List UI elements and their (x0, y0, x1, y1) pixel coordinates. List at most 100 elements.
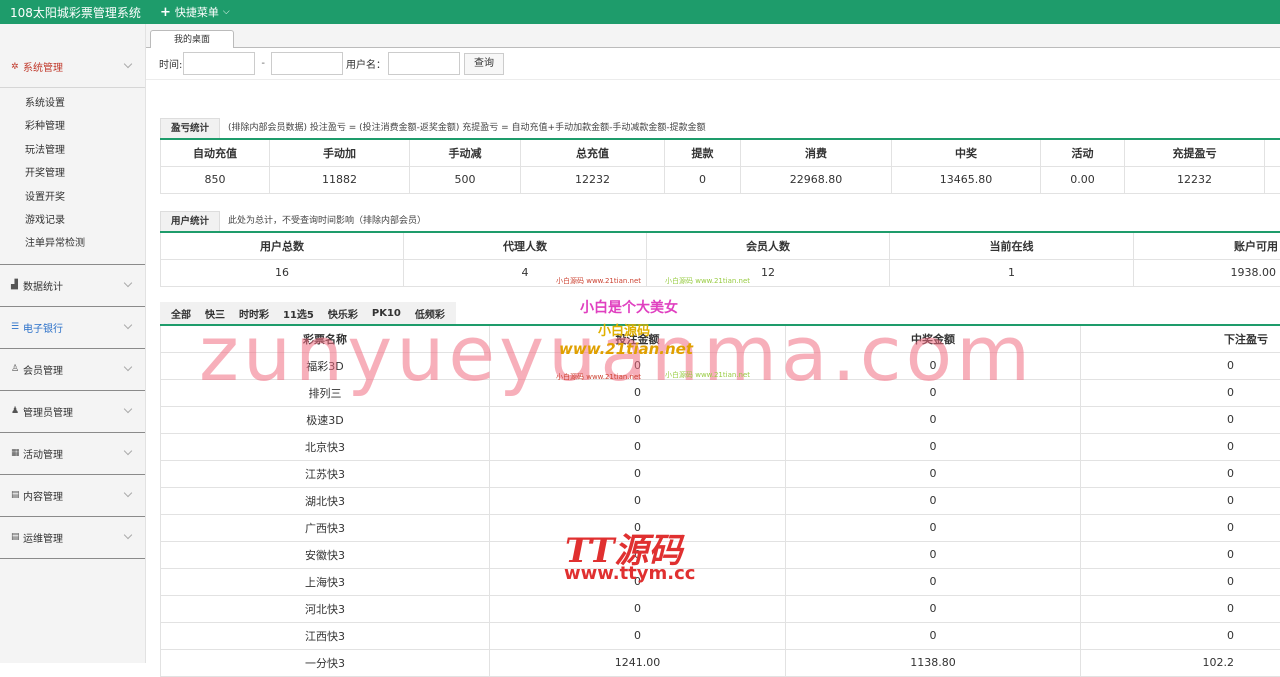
tab-ssc[interactable]: 时时彩 (239, 306, 269, 321)
username-input[interactable] (388, 52, 460, 75)
menu-group-stats: ▟ 数据统计 (0, 265, 145, 307)
table-row: 上海快3000 (161, 568, 1280, 595)
sidebar-item-label: 活动管理 (23, 446, 63, 461)
tab-k3[interactable]: 快三 (205, 306, 225, 321)
col-recharge-profit: 充提盈亏 (1125, 139, 1265, 166)
col-bet-amount: 投注金额 (490, 325, 786, 352)
cell-win-amount: 0 (786, 406, 1081, 433)
cell-members: 12 (647, 259, 890, 286)
submenu-item-play-methods[interactable]: 玩法管理 (0, 139, 145, 162)
cell-extra (1265, 166, 1280, 193)
lottery-category-tabs: 全部 快三 时时彩 11选5 快乐彩 PK10 低频彩 (160, 302, 456, 324)
cell-bet-profit: 0 (1081, 406, 1280, 433)
tab-all[interactable]: 全部 (171, 306, 191, 321)
lottery-table: 彩票名称 投注金额 中奖金额 下注盈亏 福彩3D000排列三000极速3D000… (160, 324, 1280, 677)
submenu-item-system-settings[interactable]: 系统设置 (0, 92, 145, 115)
tab-my-desktop[interactable]: 我的桌面 (150, 30, 234, 49)
chevron-down-icon (124, 320, 132, 328)
col-total-recharge: 总充值 (521, 139, 665, 166)
range-separator: - (261, 58, 265, 69)
profit-section-header: 盈亏统计 (排除内部会员数据) 投注盈亏 = (投注消费金额-返奖金额) 充提盈… (160, 118, 1280, 138)
tab-klc[interactable]: 快乐彩 (328, 306, 358, 321)
sidebar-item-system[interactable]: ✲ 系统管理 (0, 46, 145, 87)
cell-bet-amount: 0 (490, 460, 786, 487)
col-win-amount: 中奖金额 (786, 325, 1081, 352)
profit-section-note: (排除内部会员数据) 投注盈亏 = (投注消费金额-返奖金额) 充提盈亏 = 自… (228, 120, 706, 133)
col-manual-deduct: 手动减 (410, 139, 521, 166)
list-icon: ☰ (11, 322, 23, 332)
cell-bet-amount: 0 (490, 379, 786, 406)
sidebar-item-activities[interactable]: ▦ 活动管理 (0, 433, 145, 474)
cell-bet-amount: 0 (490, 514, 786, 541)
chevron-down-icon (124, 404, 132, 412)
table-row: 广西快3000 (161, 514, 1280, 541)
end-time-input[interactable] (271, 52, 343, 75)
col-total-users: 用户总数 (161, 232, 404, 259)
cell-available-balance: 1938.00 (1134, 259, 1280, 286)
cell-lottery-name: 北京快3 (161, 433, 490, 460)
sidebar-item-ops[interactable]: ▤ 运维管理 (0, 517, 145, 558)
chevron-down-icon (124, 488, 132, 496)
cell-bet-profit: 0 (1081, 541, 1280, 568)
submenu-item-draw-management[interactable]: 开奖管理 (0, 162, 145, 185)
tab-11x5[interactable]: 11选5 (283, 306, 314, 321)
sidebar-item-stats[interactable]: ▟ 数据统计 (0, 265, 145, 306)
submenu-item-bet-anomaly[interactable]: 注单异常检测 (0, 232, 145, 255)
cell-lottery-name: 排列三 (161, 379, 490, 406)
cell-bet-amount: 0 (490, 541, 786, 568)
start-time-input[interactable] (183, 52, 255, 75)
table-row: 极速3D000 (161, 406, 1280, 433)
cell-bet-profit: 0 (1081, 379, 1280, 406)
cell-lottery-name: 极速3D (161, 406, 490, 433)
col-extra (1265, 139, 1280, 166)
main-area: 我的桌面 时间: - 用户名： 查询 盈亏统计 (排除内部会员数据) 投注盈亏 … (146, 24, 1280, 663)
cell-win-amount: 0 (786, 460, 1081, 487)
profit-section-title: 盈亏统计 (160, 118, 220, 138)
sidebar-item-content[interactable]: ▤ 内容管理 (0, 475, 145, 516)
tab-bar: 我的桌面 (146, 24, 1280, 48)
tab-low-freq[interactable]: 低频彩 (415, 306, 445, 321)
cell-bet-profit: 0 (1081, 622, 1280, 649)
content-icon: ▤ (11, 490, 23, 500)
cell-bet-profit: 0 (1081, 595, 1280, 622)
chevron-down-icon (124, 362, 132, 370)
cell-lottery-name: 上海快3 (161, 568, 490, 595)
chevron-down-icon (124, 446, 132, 454)
table-row: 安徽快3000 (161, 541, 1280, 568)
cell-win-amount: 0 (786, 595, 1081, 622)
table-row: 北京快3000 (161, 433, 1280, 460)
query-button[interactable]: 查询 (464, 53, 504, 75)
table-row: 排列三000 (161, 379, 1280, 406)
lottery-header-row: 彩票名称 投注金额 中奖金额 下注盈亏 (161, 325, 1280, 352)
filter-bar: 时间: - 用户名： 查询 (146, 48, 1280, 80)
col-winnings: 中奖 (892, 139, 1041, 166)
desktop-content: 时间: - 用户名： 查询 盈亏统计 (排除内部会员数据) 投注盈亏 = (投注… (146, 48, 1280, 663)
col-members: 会员人数 (647, 232, 890, 259)
sidebar-item-members[interactable]: ♙ 会员管理 (0, 349, 145, 390)
col-activity: 活动 (1041, 139, 1125, 166)
sidebar-item-label: 系统管理 (23, 59, 63, 74)
app-title: 108太阳城彩票管理系统 (0, 4, 150, 21)
cell-win-amount: 0 (786, 487, 1081, 514)
menu-group-activities: ▦ 活动管理 (0, 433, 145, 475)
cell-win-amount: 0 (786, 514, 1081, 541)
plus-icon: + (160, 5, 171, 20)
quick-menu-button[interactable]: + 快捷菜单 ⌵ (160, 4, 230, 20)
sidebar-item-bank[interactable]: ☰ 电子银行 (0, 307, 145, 348)
cell-bet-profit: 0 (1081, 433, 1280, 460)
submenu-item-game-records[interactable]: 游戏记录 (0, 209, 145, 232)
chevron-down-icon (124, 60, 132, 68)
table-row: 福彩3D000 (161, 352, 1280, 379)
col-lottery-name: 彩票名称 (161, 325, 490, 352)
tab-pk10[interactable]: PK10 (372, 308, 401, 319)
cell-win-amount: 0 (786, 433, 1081, 460)
sidebar-item-label: 电子银行 (23, 320, 63, 335)
cell-auto-recharge: 850 (161, 166, 270, 193)
cell-online: 1 (890, 259, 1134, 286)
table-row: 江西快3000 (161, 622, 1280, 649)
sidebar-item-admins[interactable]: ♟ 管理员管理 (0, 391, 145, 432)
submenu-item-lottery-types[interactable]: 彩种管理 (0, 115, 145, 138)
submenu-item-set-draw[interactable]: 设置开奖 (0, 186, 145, 209)
gear-icon: ✲ (11, 62, 23, 72)
menu-group-members: ♙ 会员管理 (0, 349, 145, 391)
